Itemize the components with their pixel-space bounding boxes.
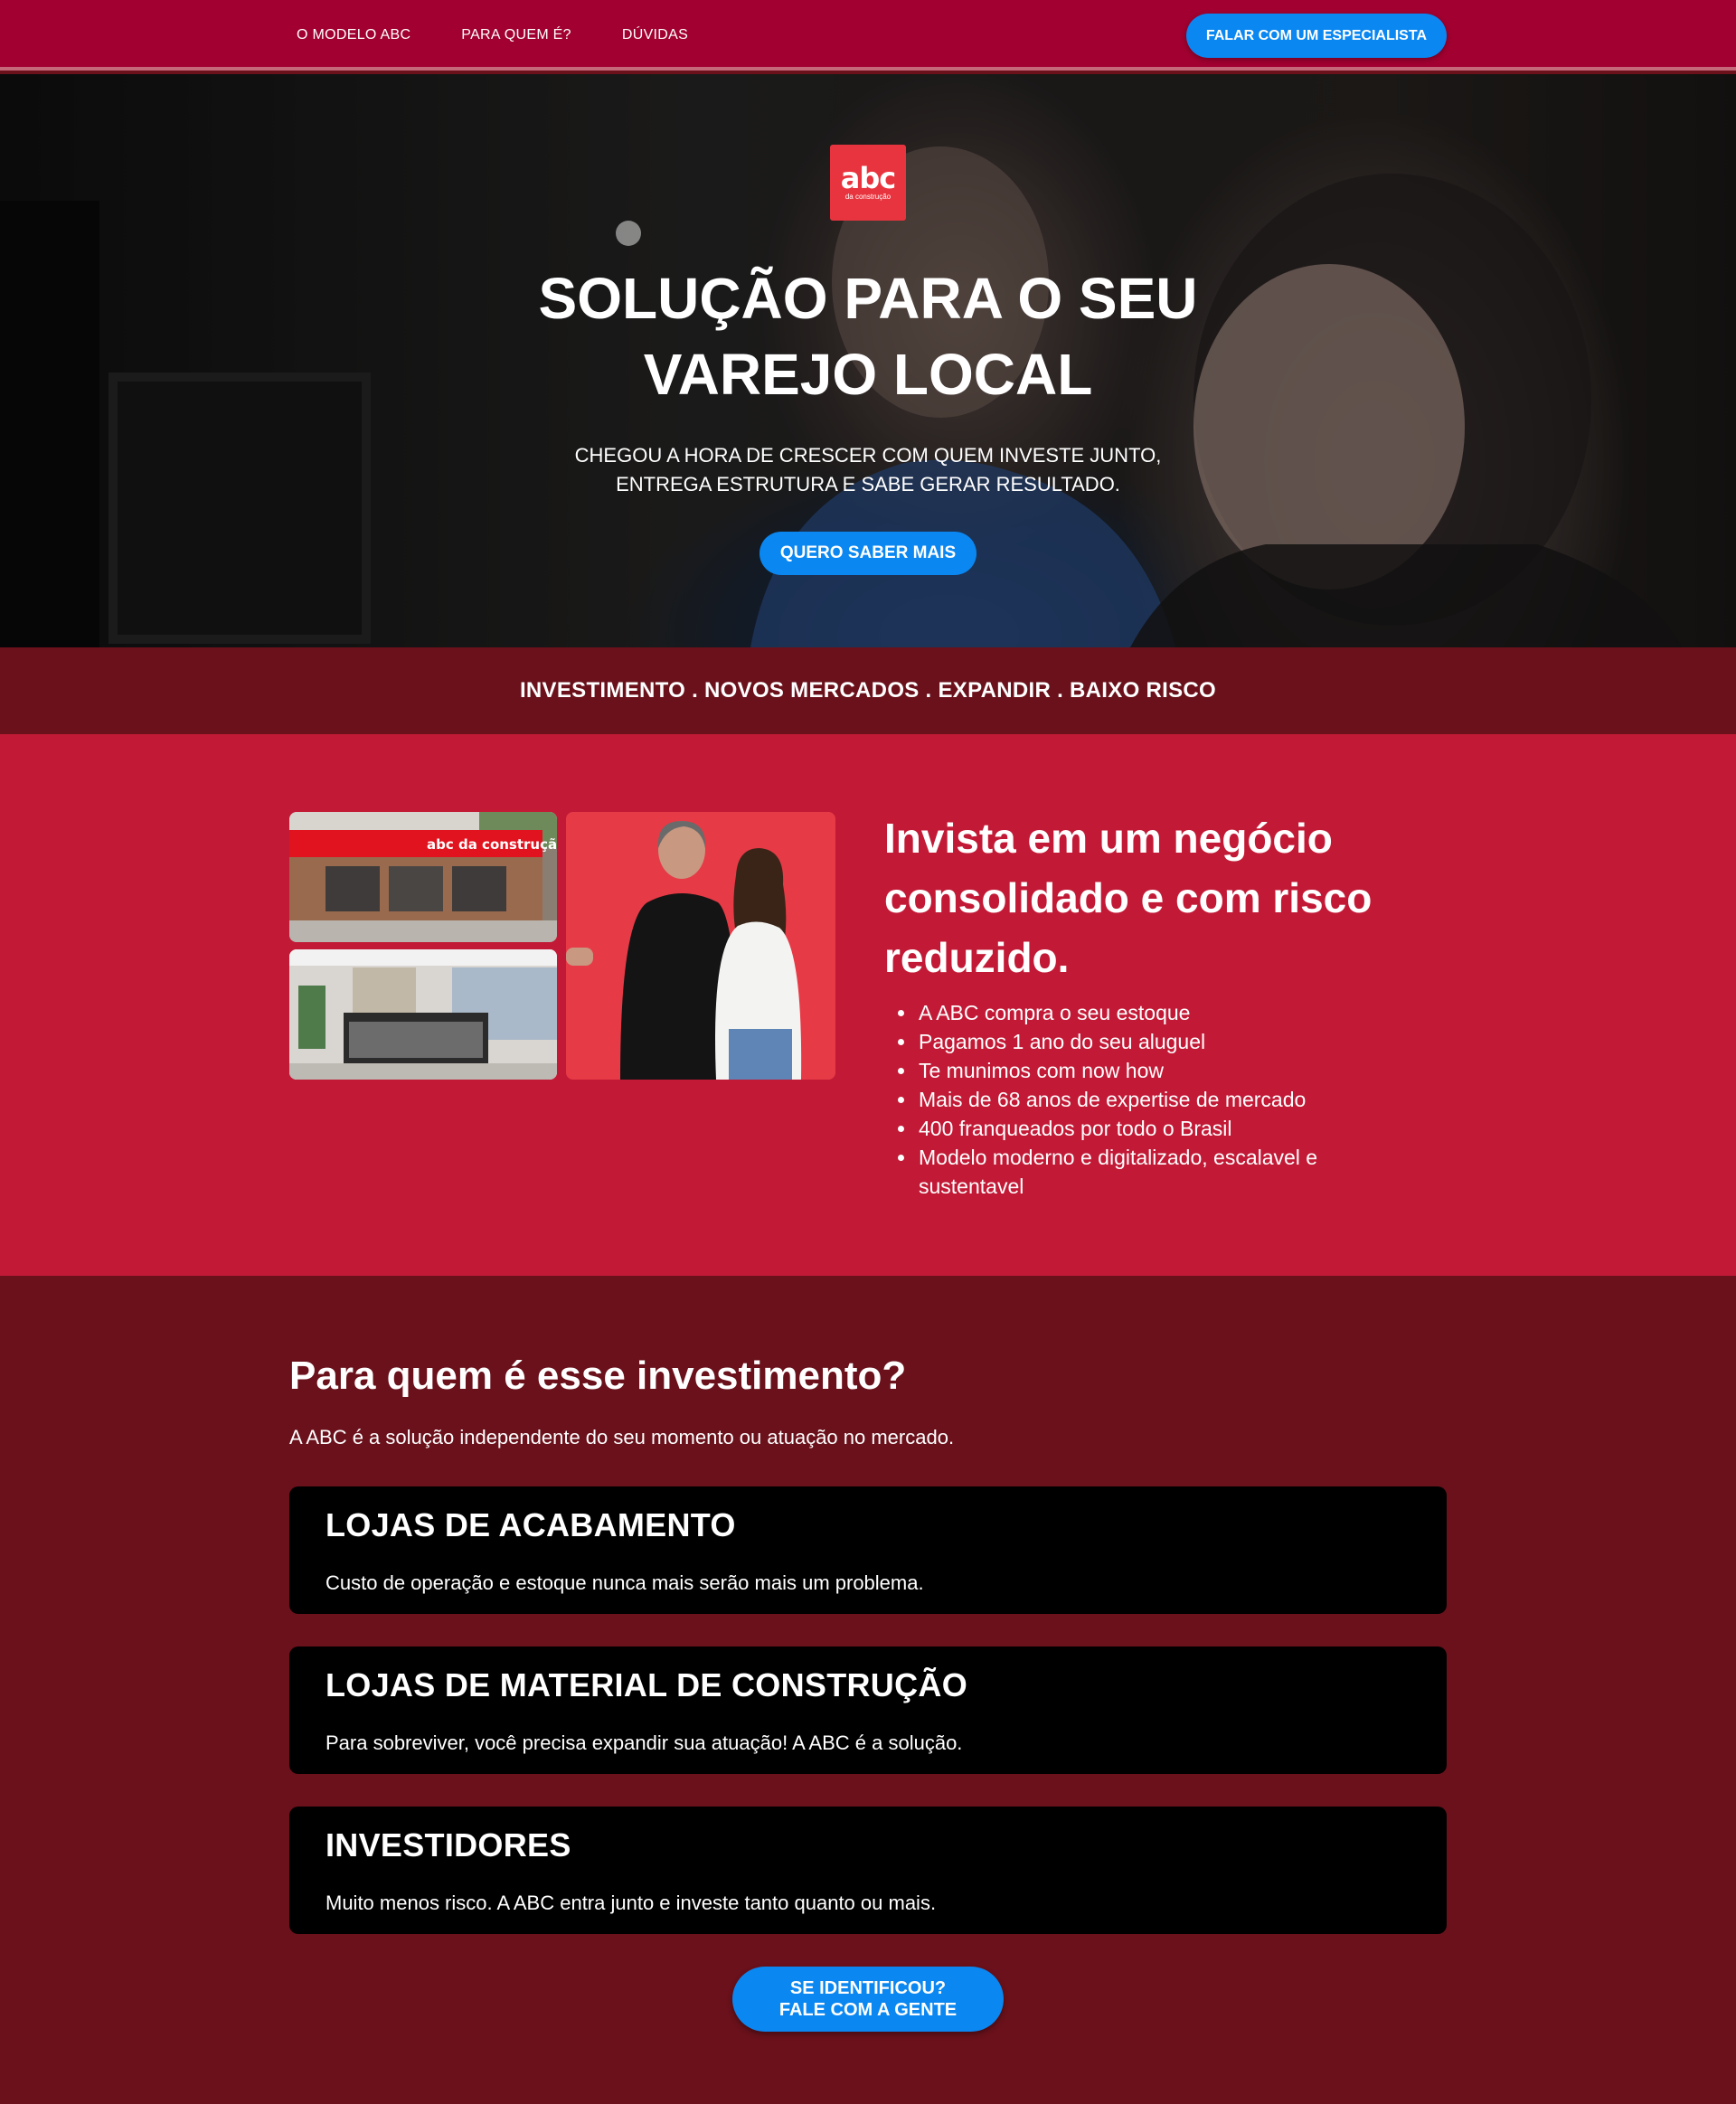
hero-section: abc da construção SOLUÇÃO PARA O SEU VAR… [0,74,1736,647]
benefit-item: Pagamos 1 ano do seu aluguel [917,1027,1387,1056]
contact-us-button[interactable]: SE IDENTIFICOU? FALE COM A GENTE [732,1967,1004,2032]
benefit-item: Mais de 68 anos de expertise de mercado [917,1085,1387,1114]
hero-subtitle-line2: ENTREGA ESTRUTURA E SABE GERAR RESULTADO… [616,473,1120,495]
nav-link-duvidas[interactable]: DÚVIDAS [622,27,688,43]
nav-link-modelo-abc[interactable]: O MODELO ABC [297,27,410,43]
top-nav: O MODELO ABC PARA QUEM É? DÚVIDAS FALAR … [0,0,1736,71]
card-title: LOJAS DE MATERIAL DE CONSTRUÇÃO [326,1666,967,1703]
keywords-strip: INVESTIMENTO . NOVOS MERCADOS . EXPANDIR… [0,647,1736,734]
talk-to-specialist-button[interactable]: FALAR COM UM ESPECIALISTA [1185,14,1447,58]
feature-benefits-list: A ABC compra o seu estoque Pagamos 1 ano… [917,998,1387,1201]
store-sign-text: abc da construção [427,836,557,853]
card-text: Para sobreviver, você precisa expandir s… [326,1731,963,1754]
audience-card-material-construcao: LOJAS DE MATERIAL DE CONSTRUÇÃO Para sob… [289,1646,1447,1774]
card-title: INVESTIDORES [326,1826,571,1863]
store-interior-image [289,949,557,1080]
for-whom-subtitle: A ABC é a solução independente do seu mo… [289,1426,955,1448]
keywords-text: INVESTIMENTO . NOVOS MERCADOS . EXPANDIR… [519,678,1217,703]
abc-logo: abc da construção [830,145,906,221]
hero-subtitle: CHEGOU A HORA DE CRESCER COM QUEM INVEST… [506,441,1230,499]
benefit-item: Te munimos com now how [917,1056,1387,1085]
card-text: Muito menos risco. A ABC entra junto e i… [326,1892,937,1914]
logo-tagline: da construção [844,193,892,201]
hero-subtitle-line1: CHEGOU A HORA DE CRESCER COM QUEM INVEST… [574,444,1162,467]
audience-card-acabamento: LOJAS DE ACABAMENTO Custo de operação e … [289,1486,1447,1614]
card-title: LOJAS DE ACABAMENTO [326,1506,736,1543]
learn-more-button[interactable]: QUERO SABER MAIS [760,532,976,575]
nav-link-para-quem[interactable]: PARA QUEM É? [461,27,571,43]
benefit-item: 400 franqueados por todo o Brasil [917,1114,1387,1143]
store-facade-image: abc da construção [289,812,557,942]
feature-title: Invista em um negócio consolidado e com … [884,815,1373,981]
nav-links: O MODELO ABC PARA QUEM É? DÚVIDAS [297,0,688,71]
hero-content: abc da construção SOLUÇÃO PARA O SEU VAR… [0,74,1736,647]
spokespeople-image [566,812,835,1080]
benefit-item: Modelo moderno e digitalizado, escalavel… [917,1143,1387,1201]
logo-wordmark: abc [840,161,896,195]
hero-title: SOLUÇÃO PARA O SEU VAREJO LOCAL [538,266,1198,407]
card-text: Custo de operação e estoque nunca mais s… [326,1571,924,1594]
audience-card-investidores: INVESTIDORES Muito menos risco. A ABC en… [289,1807,1447,1934]
contact-us-line1: SE IDENTIFICOU? [789,1978,947,1998]
benefit-item: A ABC compra o seu estoque [917,998,1387,1027]
feature-section: abc da construção Invista em um negócio … [0,734,1736,1276]
for-whom-section: Para quem é esse investimento? A ABC é a… [0,1276,1736,2104]
for-whom-title: Para quem é esse investimento? [289,1354,907,1398]
contact-us-line2: FALE COM A GENTE [778,2000,958,2020]
